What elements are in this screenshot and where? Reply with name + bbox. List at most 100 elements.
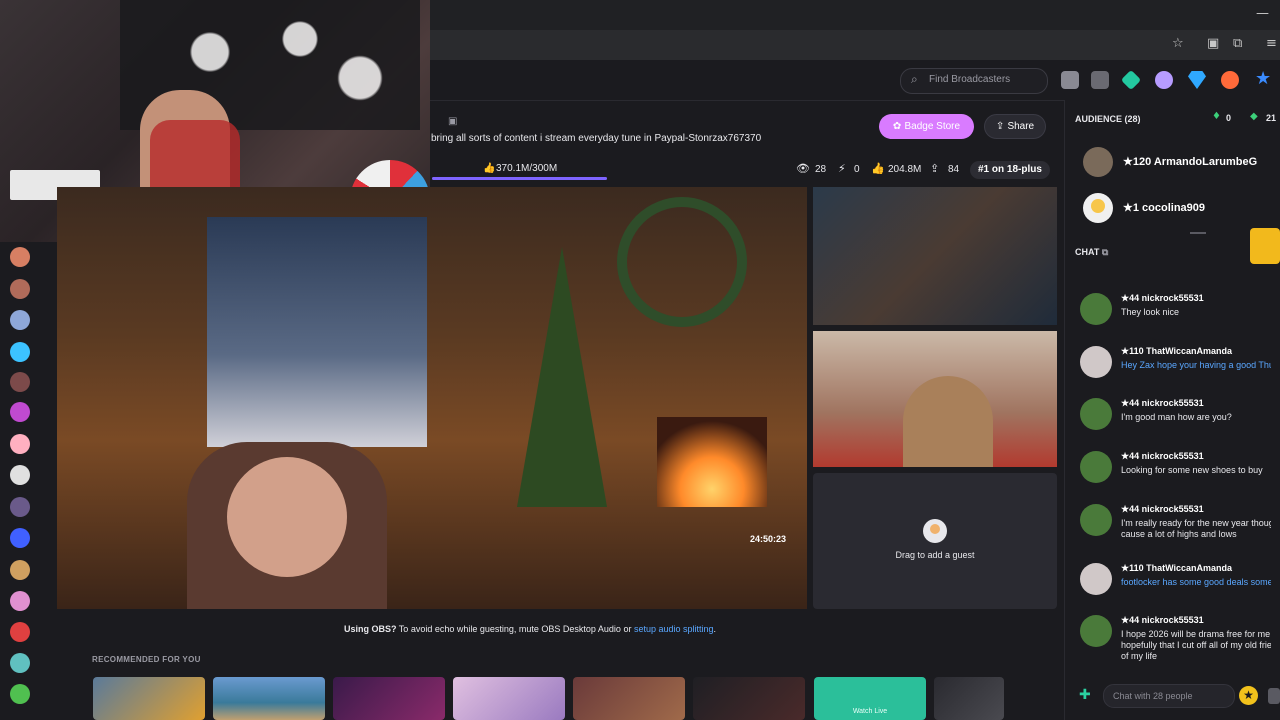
followed-avatar[interactable] (10, 560, 30, 580)
gem-icon: ♦ (1212, 111, 1221, 122)
stream-timer: 24:50:23 (750, 534, 787, 544)
avatar (1083, 193, 1113, 223)
chat-username[interactable]: ★110 ThatWiccanAmanda (1121, 563, 1232, 574)
fireplace (657, 417, 767, 507)
chat-text: Looking for some new shoes to buy (1121, 465, 1263, 475)
chat-username[interactable]: ★110 ThatWiccanAmanda (1121, 346, 1232, 357)
chat-text: footlocker has some good deals some (1121, 577, 1271, 587)
search-input[interactable]: ⌕ Find Broadcasters (900, 68, 1048, 94)
guest-person (903, 376, 993, 467)
recommended-thumb[interactable] (333, 677, 445, 720)
orb-icon[interactable] (1155, 71, 1173, 89)
chat-username[interactable]: ★44 nickrock55531 (1121, 451, 1204, 462)
search-placeholder: Find Broadcasters (929, 74, 1011, 85)
guest-tile-2[interactable] (813, 331, 1057, 467)
search-icon: ⌕ (911, 72, 918, 86)
guest-tile-1[interactable] (813, 187, 1057, 325)
recommended-thumb[interactable] (213, 677, 325, 720)
goal-thumb-icon: 👍 (483, 163, 496, 174)
badge-store-button[interactable]: ✿ Badge Store (879, 114, 974, 139)
chat-username[interactable]: ★44 nickrock55531 (1121, 293, 1204, 304)
minimize-icon[interactable]: — (1256, 6, 1269, 21)
gift-box-icon[interactable] (1250, 228, 1280, 264)
menu-icon[interactable]: ≡ (1266, 36, 1277, 51)
chat-message: ★44 nickrock55531 I'm really ready for t… (1080, 504, 1280, 548)
chat-username[interactable]: ★44 nickrock55531 (1121, 398, 1204, 409)
share-label: Share (1007, 121, 1035, 132)
chat-message: ★44 nickrock55531 They look nice (1080, 293, 1280, 327)
recommended-thumb[interactable] (573, 677, 685, 720)
followed-avatar[interactable] (10, 465, 30, 485)
bolt-icon: ⚡ (838, 162, 846, 175)
chat-text-line-2: hopefully that I cut off all of my old f… (1121, 640, 1271, 650)
followed-avatar[interactable] (10, 247, 30, 267)
window-scene (207, 217, 427, 447)
followed-avatar[interactable] (10, 402, 30, 422)
avatar (1080, 504, 1112, 536)
recommended-thumb[interactable] (934, 677, 1004, 720)
chat-text: I'm really ready for the new year thoug (1121, 518, 1271, 528)
calendar-icon[interactable] (1091, 71, 1109, 89)
audio-splitting-link[interactable]: setup audio splitting (634, 624, 714, 634)
chat-username[interactable]: ★44 nickrock55531 (1121, 504, 1204, 515)
share-count-icon: ⇪ (930, 162, 940, 175)
recommended-thumb[interactable] (93, 677, 205, 720)
chat-text-line-3: of my life (1121, 651, 1158, 661)
add-guest-slot[interactable]: Drag to add a guest (813, 473, 1057, 609)
recommended-thumb-live[interactable]: Watch Live (814, 677, 926, 720)
target-icon[interactable] (1221, 71, 1239, 89)
wreath (617, 197, 747, 327)
chat-message: ★44 nickrock55531 I hope 2026 will be dr… (1080, 615, 1280, 667)
avatar (1080, 451, 1112, 483)
messages-icon[interactable] (1061, 71, 1079, 89)
chat-username[interactable]: ★44 nickrock55531 (1121, 615, 1204, 626)
favorite-star-icon[interactable]: ★ (1255, 68, 1271, 89)
resize-handle[interactable] (1190, 232, 1206, 234)
followed-avatar[interactable] (10, 310, 30, 330)
followed-avatar[interactable] (10, 279, 30, 299)
followed-avatar[interactable] (10, 684, 30, 704)
avatar (1080, 346, 1112, 378)
chat-input[interactable]: Chat with 28 people (1103, 684, 1235, 708)
share-button[interactable]: ⇪ Share (984, 114, 1046, 139)
viewer-count: 28 (815, 164, 827, 175)
chat-text: I hope 2026 will be drama free for me (1121, 629, 1271, 639)
badge-icon: ✿ (892, 121, 905, 132)
share-count: 84 (948, 164, 960, 175)
main-video-player[interactable] (57, 187, 807, 609)
followed-avatar[interactable] (10, 372, 30, 392)
chat-heading-label: CHAT (1075, 247, 1100, 257)
followed-avatar[interactable] (10, 591, 30, 611)
send-icon[interactable] (1268, 688, 1280, 704)
chat-message: ★44 nickrock55531 Looking for some new s… (1080, 451, 1280, 485)
rank-badge[interactable]: #1 on 18-plus (970, 161, 1050, 179)
avatar (1080, 615, 1112, 647)
followed-avatar[interactable] (10, 528, 30, 548)
recommended-thumb[interactable] (453, 677, 565, 720)
edit-icon[interactable]: ▣ (448, 116, 457, 127)
gift-star-icon[interactable]: ★ (1239, 686, 1258, 705)
followed-avatar[interactable] (10, 434, 30, 454)
followed-avatar[interactable] (10, 497, 30, 517)
followed-avatar[interactable] (10, 653, 30, 673)
chat-input-placeholder: Chat with 28 people (1113, 691, 1193, 701)
followed-avatar[interactable] (10, 342, 30, 362)
like-icon[interactable]: 👍 (871, 162, 885, 175)
obs-note-prefix: Using OBS? (343, 624, 397, 634)
audience-count-b: 21 (1266, 113, 1277, 123)
avatar (1080, 563, 1112, 595)
add-guest-icon (923, 519, 947, 543)
audience-member-name: ★120 ArmandoLarumbeG (1123, 156, 1258, 168)
bookmark-star-icon[interactable]: ☆ (1172, 36, 1184, 51)
stream-description: bring all sorts of content i stream ever… (431, 133, 762, 144)
christmas-tree (517, 247, 607, 507)
extensions-icon[interactable]: ⧉ (1233, 36, 1242, 51)
avatar (1080, 293, 1112, 325)
bolt-count: 0 (854, 164, 860, 175)
popout-icon[interactable]: ⧉ (1102, 248, 1108, 258)
chat-message: ★110 ThatWiccanAmanda footlocker has som… (1080, 563, 1280, 597)
obs-note: Using OBS? To avoid echo while guesting,… (0, 624, 1060, 634)
reading-mode-icon[interactable]: ▣ (1207, 36, 1219, 51)
recommended-thumb[interactable] (693, 677, 805, 720)
games-icon[interactable]: ✚ (1079, 687, 1091, 703)
